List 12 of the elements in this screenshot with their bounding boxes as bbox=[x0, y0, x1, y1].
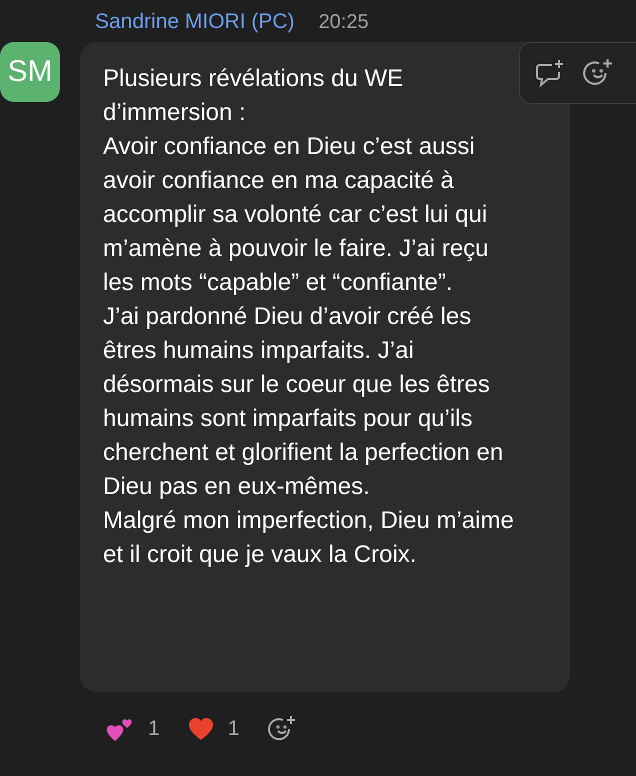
add-comment-icon bbox=[534, 57, 566, 89]
message-time: 20:25 bbox=[318, 11, 369, 34]
message-text: J’ai pardonné Dieu d’avoir créé les êtres humains imparfaits. J’ai désormais sur le coeur que les êtres humains sont imparfaits pour qu’ils cherchent et glorifient la perfection en Dieu pas en eux-mêmes. bbox=[103, 302, 504, 502]
author-name[interactable]: Sandrine MIORI (PC) bbox=[95, 10, 295, 34]
message-text: Plusieurs révélations du WE d’immersion : bbox=[103, 64, 404, 128]
heart-icon bbox=[188, 717, 214, 741]
reply-button[interactable] bbox=[534, 57, 566, 89]
message-text: Malgré mon imperfection, Dieu m’aime et il croit que je vaux la Croix. bbox=[103, 506, 515, 570]
two-hearts-icon bbox=[106, 716, 134, 742]
reaction-button[interactable]: 1 bbox=[106, 716, 160, 742]
reaction-button[interactable]: 1 bbox=[188, 717, 240, 741]
message-text: Avoir confiance en Dieu c’est aussi avoir confiance en ma capacité à accomplir sa volonté car c’est lui qui m’amène à pouvoir le faire. J’ai reçu les mots “capable” et “confiante”. bbox=[103, 132, 490, 298]
